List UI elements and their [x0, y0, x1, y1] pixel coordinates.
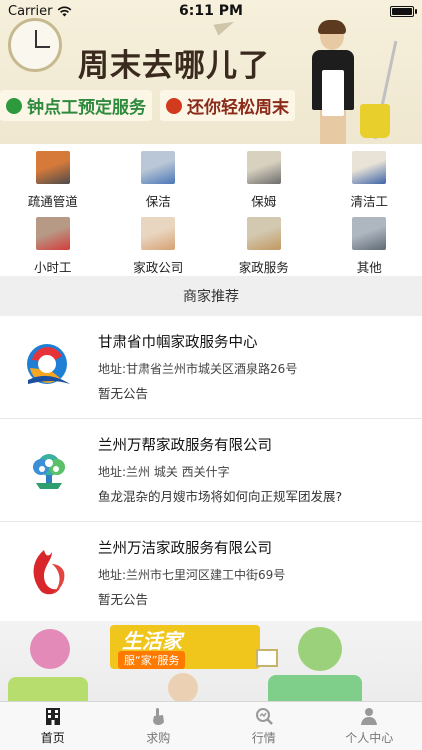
magnifier-chart-icon [255, 708, 273, 725]
tab-label: 首页 [40, 731, 65, 745]
category-item[interactable]: 保洁 [106, 144, 212, 210]
category-label: 小时工 [33, 260, 72, 275]
merchant-address: 地址:甘肃省兰州市城关区酒泉路26号 [98, 362, 298, 376]
maid-illustration [308, 20, 358, 144]
merchant-item[interactable]: 兰州万洁家政服务有限公司 地址:兰州市七里河区建工中街69号 暂无公告 [0, 522, 422, 625]
tree-illustration [298, 627, 342, 671]
sofa-illustration [8, 677, 88, 701]
status-left: Carrier [8, 4, 72, 19]
banner-slogan-right: 还你轻松周末 [160, 90, 295, 121]
category-label: 疏通管道 [27, 194, 78, 209]
tab-label: 行情 [251, 731, 276, 745]
tab-bar: 首页 求购 行情 个人中心 [0, 701, 422, 750]
merchant-name: 兰州万洁家政服务有限公司 [98, 541, 272, 557]
bottom-promo-banner[interactable]: 生活家 服“家”服务 [0, 621, 422, 701]
section-header-recommended: 商家推荐 [0, 276, 422, 316]
category-label: 保洁 [145, 194, 171, 209]
tab-profile[interactable]: 个人中心 [317, 702, 422, 750]
bucket-illustration [360, 104, 390, 138]
merchant-address: 地址:兰州市七里河区建工中街69号 [98, 568, 286, 582]
category-item[interactable]: 保姆 [211, 144, 317, 210]
banner-slogan-right-text: 还你轻松周末 [187, 98, 289, 118]
status-time: 6:11 PM [179, 3, 243, 19]
tab-label: 求购 [146, 731, 171, 745]
category-item[interactable]: 家政公司 [106, 210, 212, 276]
nanny-photo-icon [246, 151, 281, 184]
category-label: 清洁工 [350, 194, 388, 209]
merchant-address: 地址:兰州 城关 西关什字 [98, 465, 230, 479]
people-tree-logo-icon [33, 454, 65, 489]
bottom-banner-title: 生活家 [122, 629, 182, 653]
banner-headline: 周末去哪儿了 [78, 48, 270, 84]
category-item[interactable]: 其他 [317, 210, 422, 276]
category-label: 其他 [356, 260, 382, 275]
cleaner-photo-icon [141, 151, 176, 184]
wifi-icon [58, 6, 72, 16]
flower-badge-icon [166, 97, 182, 114]
building-icon [45, 708, 60, 725]
category-label: 保姆 [251, 194, 277, 209]
merchant-name: 甘肃省巾帼家政服务中心 [98, 335, 258, 351]
service-photo-icon [246, 217, 281, 250]
person-illustration [168, 673, 198, 701]
red-flame-logo-icon [33, 550, 65, 595]
other-photo-icon [352, 217, 387, 250]
person-icon [361, 708, 378, 725]
tab-home[interactable]: 首页 [0, 702, 106, 750]
banner-slogan-left: 钟点工预定服务 [0, 90, 152, 121]
category-item[interactable]: 家政服务 [211, 210, 317, 276]
category-label: 家政服务 [238, 260, 289, 275]
tab-purchase[interactable]: 求购 [106, 702, 212, 750]
pipe-worker-photo-icon [35, 151, 70, 184]
category-label: 家政公司 [133, 260, 184, 275]
merchant-item[interactable]: 甘肃省巾帼家政服务中心 地址:甘肃省兰州市城关区酒泉路26号 暂无公告 [0, 316, 422, 419]
merchant-notice: 暂无公告 [98, 592, 149, 607]
merchant-list: 甘肃省巾帼家政服务中心 地址:甘肃省兰州市城关区酒泉路26号 暂无公告 兰州万帮… [0, 316, 422, 625]
tab-market[interactable]: 行情 [211, 702, 317, 750]
merchant-notice: 暂无公告 [98, 386, 149, 401]
category-grid: 疏通管道 保洁 保姆 清洁工 小时工 家政公司 家政服务 其他 [0, 144, 422, 276]
app-screen: 周末去哪儿了 钟点工预定服务 还你轻松周末 Carrier 6:11 PM 疏通… [0, 0, 422, 750]
sofa-illustration [268, 675, 362, 701]
janitor-photo-icon [352, 151, 387, 184]
flower-pot-illustration [30, 629, 70, 669]
carrier-label: Carrier [8, 3, 53, 19]
picture-frame-illustration [256, 649, 278, 667]
merchant-name: 兰州万帮家政服务有限公司 [98, 438, 272, 454]
hourly-worker-photo-icon [35, 217, 70, 250]
clock-badge-icon [6, 97, 22, 114]
battery-level-fill [392, 7, 412, 15]
banner-slogan-left-text: 钟点工预定服务 [27, 98, 146, 118]
category-item[interactable]: 清洁工 [317, 144, 422, 210]
category-item[interactable]: 疏通管道 [0, 144, 106, 210]
swirl-q-logo-icon [27, 344, 70, 384]
banner-slogans: 钟点工预定服务 还你轻松周末 [0, 90, 295, 121]
merchant-notice: 鱼龙混杂的月嫂市场将如何向正规军团发展? [98, 489, 343, 504]
hand-tap-icon [153, 708, 165, 725]
category-item[interactable]: 小时工 [0, 210, 106, 276]
status-bar: Carrier 6:11 PM [0, 0, 422, 22]
merchant-item[interactable]: 兰州万帮家政服务有限公司 地址:兰州 城关 西关什字 鱼龙混杂的月嫂市场将如何向… [0, 419, 422, 522]
clock-illustration [8, 18, 62, 72]
bottom-banner-subtitle: 服“家”服务 [118, 651, 186, 669]
tab-label: 个人中心 [345, 731, 394, 745]
company-photo-icon [141, 217, 176, 250]
battery-icon [390, 5, 417, 17]
